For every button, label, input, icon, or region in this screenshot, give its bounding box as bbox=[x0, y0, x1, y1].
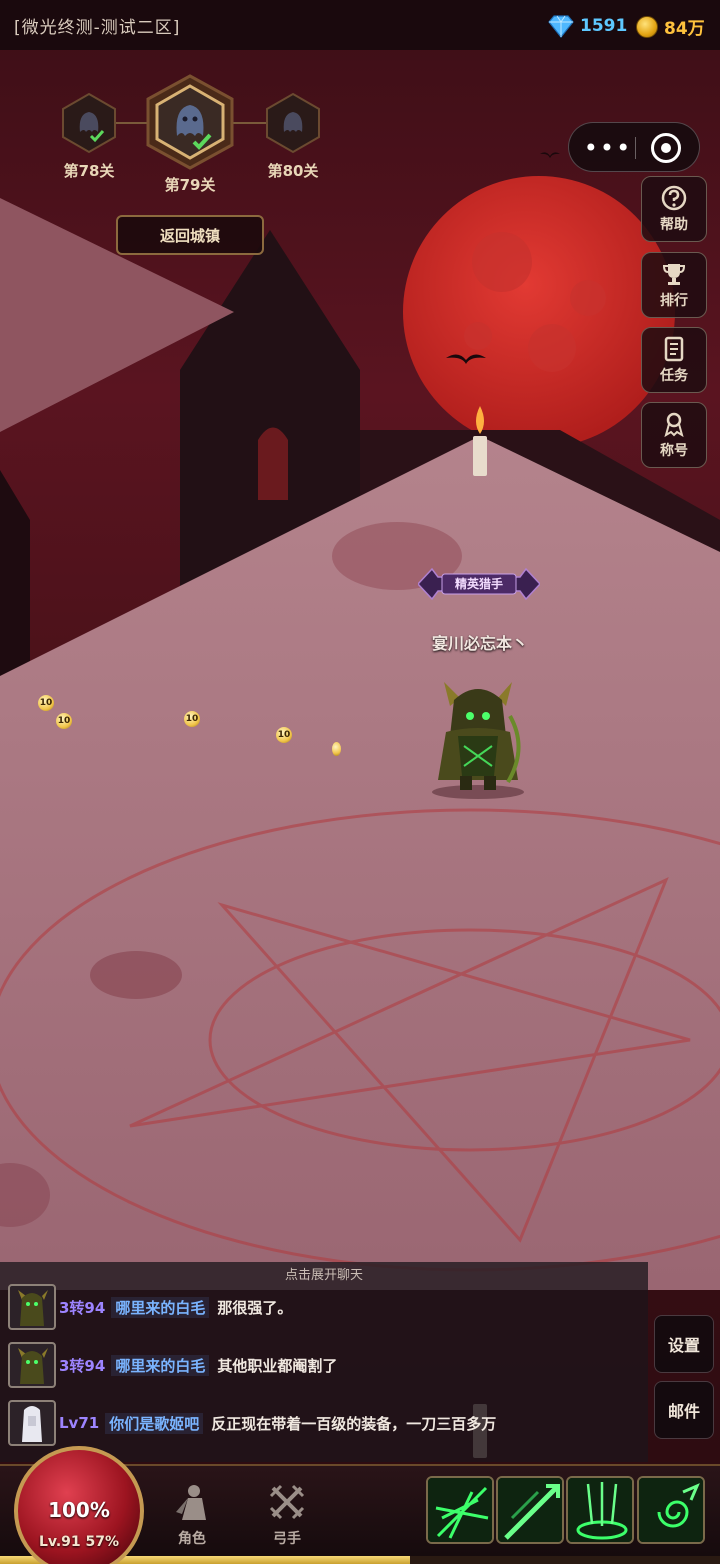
task-label: 任务 bbox=[660, 368, 688, 384]
task-list-icon bbox=[664, 336, 684, 362]
diamond-icon bbox=[548, 15, 574, 38]
nav-class-tab[interactable]: 弓手 bbox=[252, 1482, 322, 1548]
elite-hunter-badge: 精英猎手 bbox=[416, 565, 542, 603]
crossed-swords-icon bbox=[269, 1484, 305, 1520]
medal-icon bbox=[664, 412, 684, 438]
gold-counter[interactable]: 84万 bbox=[636, 14, 705, 39]
gold-amount: 84万 bbox=[664, 19, 705, 39]
rank-button[interactable]: 排行 bbox=[641, 252, 707, 318]
question-icon bbox=[661, 185, 687, 211]
skill-slot-1[interactable] bbox=[426, 1476, 494, 1544]
stage-79-current[interactable]: 第79关 bbox=[142, 74, 238, 195]
chat-level: 3转94 bbox=[59, 1356, 106, 1375]
white-hair-avatar-icon bbox=[22, 1406, 42, 1442]
hunter-avatar-icon bbox=[18, 1348, 48, 1384]
capsule-divider bbox=[635, 137, 636, 159]
badge-text: 精英猎手 bbox=[454, 577, 503, 591]
chat-panel[interactable]: 3转94 哪里来的白毛 那很强了。 3转94 哪里来的白毛 其他职业都阉割了 L… bbox=[0, 1284, 648, 1462]
chat-avatar[interactable] bbox=[8, 1400, 56, 1446]
return-town-button[interactable]: 返回城镇 bbox=[116, 215, 264, 255]
gold-coin-icon bbox=[636, 15, 658, 38]
nav-role-tab[interactable]: 角色 bbox=[157, 1482, 227, 1548]
stage-hex-icon bbox=[146, 74, 234, 170]
loot-coin[interactable] bbox=[332, 742, 341, 756]
chat-message: 3转94 哪里来的白毛 那很强了。 bbox=[8, 1284, 292, 1330]
rank-label: 排行 bbox=[660, 293, 688, 309]
knight-icon bbox=[176, 1485, 206, 1520]
player-level: Lv.91 bbox=[38, 1534, 81, 1550]
chat-nickname[interactable]: 你们是歌姬吧 bbox=[105, 1412, 204, 1434]
chat-level: 3转94 bbox=[59, 1298, 106, 1317]
task-button[interactable]: 任务 bbox=[641, 327, 707, 393]
close-target-icon[interactable] bbox=[651, 133, 681, 163]
gem-counter[interactable]: 1591 bbox=[548, 14, 627, 38]
stage-80[interactable]: 第80关 bbox=[262, 92, 324, 181]
player-name: 宴川必忘本丶 bbox=[431, 634, 528, 653]
title-label: 称号 bbox=[660, 443, 688, 459]
chat-text: 其他职业都阉割了 bbox=[217, 1356, 338, 1375]
gem-amount: 1591 bbox=[580, 16, 628, 36]
loot-coin[interactable]: 10 bbox=[276, 727, 292, 743]
hunter-character[interactable] bbox=[424, 676, 532, 800]
hunter-avatar-icon bbox=[18, 1290, 48, 1326]
arrow-rain-skill-icon bbox=[568, 1478, 632, 1542]
stage-78-label: 第78关 bbox=[63, 162, 115, 180]
mail-button[interactable]: 邮件 bbox=[654, 1381, 714, 1439]
help-button[interactable]: 帮助 bbox=[641, 176, 707, 242]
stage-80-label: 第80关 bbox=[267, 162, 319, 180]
hp-percent: 100% bbox=[48, 1498, 110, 1522]
stage-78[interactable]: 第78关 bbox=[58, 92, 120, 181]
arrow-burst-skill-icon bbox=[428, 1478, 492, 1542]
stage-hex-icon bbox=[266, 92, 320, 154]
exp-percent: 57% bbox=[85, 1534, 120, 1550]
loot-coin[interactable]: 10 bbox=[56, 713, 72, 729]
settings-button[interactable]: 设置 bbox=[654, 1315, 714, 1373]
chat-nickname[interactable]: 哪里来的白毛 bbox=[111, 1296, 210, 1318]
loot-coin[interactable]: 10 bbox=[38, 695, 54, 711]
chat-level: Lv71 bbox=[59, 1414, 100, 1432]
skill-slot-3[interactable] bbox=[566, 1476, 634, 1544]
nav-role-label: 角色 bbox=[178, 1531, 206, 1547]
more-dots-icon[interactable]: ••• bbox=[583, 123, 633, 173]
nav-class-label: 弓手 bbox=[273, 1531, 301, 1547]
chat-nickname[interactable]: 哪里来的白毛 bbox=[111, 1354, 210, 1376]
blood-moon bbox=[403, 176, 675, 448]
level-info: Lv.91 57% bbox=[14, 1534, 144, 1550]
chat-message: Lv71 你们是歌姬吧 反正现在带着一百级的装备，一刀三百多万 bbox=[8, 1400, 496, 1446]
stage-hex-icon bbox=[62, 92, 116, 154]
chat-text: 反正现在带着一百级的装备，一刀三百多万 bbox=[211, 1414, 497, 1433]
skill-slot-4[interactable] bbox=[637, 1476, 705, 1544]
miniprogram-capsule: ••• bbox=[568, 122, 700, 172]
trophy-icon bbox=[662, 264, 686, 285]
chat-avatar[interactable] bbox=[8, 1342, 56, 1388]
server-name: [微光终测-测试二区] bbox=[14, 17, 181, 38]
skill-slot-2[interactable] bbox=[496, 1476, 564, 1544]
help-label: 帮助 bbox=[660, 217, 688, 233]
title-button[interactable]: 称号 bbox=[641, 402, 707, 468]
chat-text: 那很强了。 bbox=[217, 1298, 293, 1317]
loot-coin[interactable]: 10 bbox=[184, 711, 200, 727]
piercing-arrow-skill-icon bbox=[498, 1478, 562, 1542]
stage-79-label: 第79关 bbox=[164, 176, 216, 194]
vortex-skill-icon bbox=[639, 1478, 703, 1542]
chat-avatar[interactable] bbox=[8, 1284, 56, 1330]
chat-message: 3转94 哪里来的白毛 其他职业都阉割了 bbox=[8, 1342, 337, 1388]
